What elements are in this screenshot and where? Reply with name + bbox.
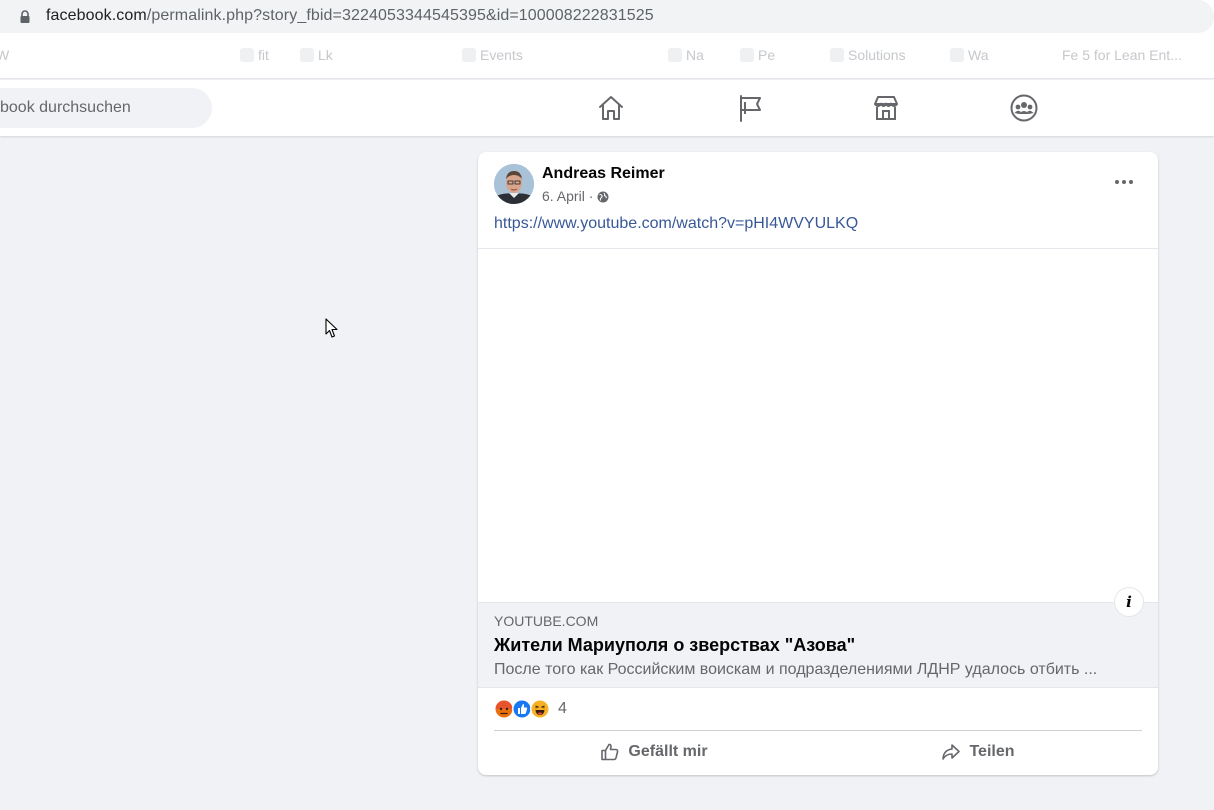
share-button[interactable]: Teilen [818, 736, 1138, 768]
info-icon[interactable]: i [1114, 587, 1144, 617]
bookmark-item[interactable]: Events [480, 47, 523, 63]
more-options-icon[interactable] [1108, 168, 1140, 196]
bookmark-favicon [950, 48, 964, 62]
bookmark-item[interactable]: fit [258, 47, 269, 63]
url-path: /permalink.php?story_fbid=32240533445453… [146, 7, 654, 24]
like-button[interactable]: Gefällt mir [494, 736, 814, 768]
divider [494, 730, 1142, 731]
search-input[interactable]: book durchsuchen [0, 99, 131, 117]
bookmark-item[interactable]: Na [686, 47, 704, 63]
mouse-cursor-icon [325, 318, 338, 338]
post-author-name[interactable]: Andreas Reimer [542, 165, 665, 183]
facebook-header: book durchsuchen [0, 80, 1214, 136]
bookmark-favicon [462, 48, 476, 62]
avatar[interactable] [494, 164, 534, 204]
profile-photo [494, 164, 534, 204]
bookmark-item[interactable]: Wa [968, 47, 988, 63]
url-field[interactable]: facebook.com/permalink.php?story_fbid=32… [0, 0, 1214, 33]
search-bar[interactable]: book durchsuchen [0, 88, 212, 128]
link-preview-domain: YOUTUBE.COM [494, 613, 599, 629]
post-date[interactable]: 6. April · [542, 188, 593, 204]
video-embed[interactable] [478, 249, 1158, 602]
like-button-label: Gefällt mir [628, 743, 708, 760]
browser-address-bar: facebook.com/permalink.php?story_fbid=32… [0, 0, 1214, 35]
link-preview[interactable]: YOUTUBE.COM Жители Мариуполя о зверствах… [478, 602, 1158, 688]
lock-icon [20, 10, 30, 23]
bookmark-item[interactable]: Solutions [848, 47, 906, 63]
post-meta: 6. April · [542, 188, 609, 204]
bookmark-favicon [740, 48, 754, 62]
home-icon[interactable] [595, 92, 627, 124]
bookmark-favicon [830, 48, 844, 62]
url-domain: facebook.com [46, 7, 147, 24]
groups-icon[interactable] [1008, 92, 1040, 124]
share-button-label: Teilen [969, 743, 1015, 760]
globe-icon [597, 191, 609, 203]
reaction-count[interactable]: 4 [558, 700, 567, 718]
haha-icon [530, 699, 550, 719]
bookmark-item[interactable]: Lk [318, 47, 333, 63]
bookmark-favicon [668, 48, 682, 62]
bookmark-favicon [240, 48, 254, 62]
post-card: Andreas Reimer 6. April · https://www.yo… [478, 152, 1158, 775]
angry-icon [494, 699, 514, 719]
url-text[interactable]: facebook.com/permalink.php?story_fbid=32… [46, 7, 654, 25]
bookmarks-bar: W fit Lk Events Na Pe Solutions Wa Fe 5 … [0, 35, 1214, 79]
reaction-summary[interactable]: 4 [494, 698, 567, 720]
like-icon [512, 699, 532, 719]
bookmark-favicon [300, 48, 314, 62]
post-link[interactable]: https://www.youtube.com/watch?v=pHI4WVYU… [494, 215, 858, 233]
pages-flag-icon[interactable] [734, 92, 766, 124]
bookmark-item[interactable]: Fe 5 for Lean Ent... [1062, 47, 1182, 63]
bookmark-item[interactable]: Pe [758, 47, 775, 63]
link-preview-title[interactable]: Жители Мариуполя о зверствах "Азова" [494, 635, 855, 656]
share-arrow-icon [942, 744, 961, 760]
thumbs-up-icon [601, 743, 619, 761]
bookmark-item[interactable]: W [0, 47, 9, 63]
marketplace-icon[interactable] [870, 92, 902, 124]
link-preview-description: После того как Российским воискам и подр… [494, 661, 1098, 678]
